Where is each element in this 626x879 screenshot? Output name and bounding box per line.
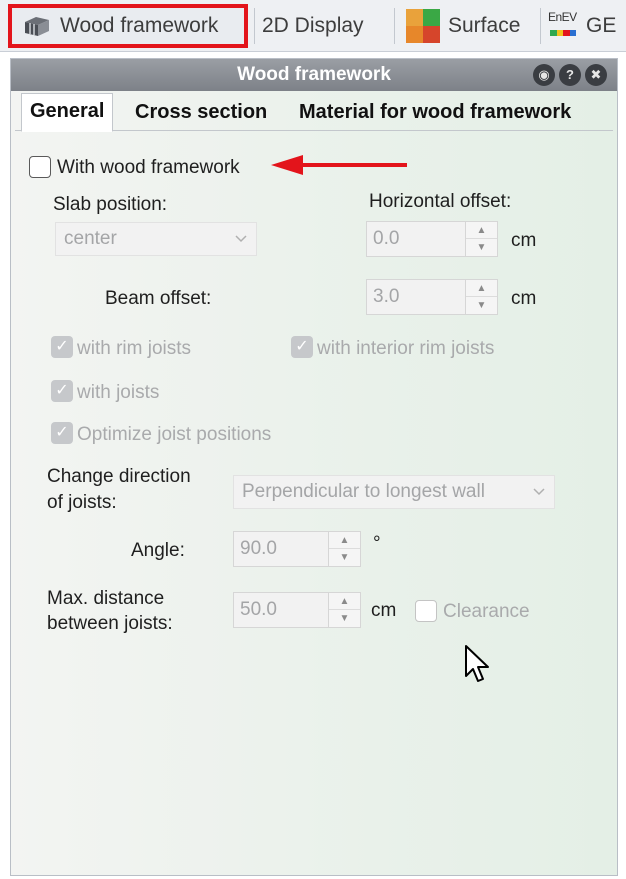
slab-position-select[interactable]: center [55, 222, 257, 256]
change-direction-label-line2: of joists: [47, 492, 117, 513]
chevron-down-icon [533, 488, 545, 496]
ribbon-tab-label: GE [586, 14, 617, 37]
ribbon-tab-surface[interactable]: Surface [406, 4, 520, 48]
close-icon[interactable]: ✖ [585, 64, 607, 86]
stepper-down-icon[interactable]: ▼ [466, 239, 497, 256]
with-rim-joists-checkbox[interactable]: ✓ [51, 336, 73, 358]
angle-stepper[interactable]: 90.0 ▲ ▼ [233, 531, 361, 567]
max-distance-stepper[interactable]: 50.0 ▲ ▼ [233, 592, 361, 628]
mouse-cursor-icon [465, 645, 489, 682]
angle-value: 90.0 [240, 538, 277, 559]
wood-framework-icon [25, 17, 49, 36]
slab-position-value: center [64, 228, 117, 249]
stepper-up-icon[interactable]: ▲ [466, 222, 497, 239]
clearance-label: Clearance [443, 601, 530, 622]
max-distance-label-line2: between joists: [47, 613, 173, 634]
beam-offset-label: Beam offset: [105, 288, 212, 309]
ribbon-tab-label: Wood framework [60, 14, 219, 37]
change-direction-select[interactable]: Perpendicular to longest wall [233, 475, 555, 509]
enev-icon: EnEV [548, 6, 582, 46]
stepper-up-icon[interactable]: ▲ [329, 593, 360, 610]
tab-cross-section[interactable]: Cross section [127, 95, 275, 131]
tab-general[interactable]: General [21, 93, 114, 132]
with-joists-checkbox[interactable]: ✓ [51, 380, 73, 402]
tab-material-for-wood-framework[interactable]: Material for wood framework [291, 95, 579, 131]
ribbon-tab-label: Surface [448, 14, 521, 37]
change-direction-label-line1: Change direction [47, 466, 191, 487]
clearance-checkbox[interactable] [415, 600, 437, 622]
surface-icon [406, 9, 440, 43]
horizontal-offset-unit: cm [511, 230, 537, 251]
horizontal-offset-value: 0.0 [373, 228, 400, 249]
red-arrow-annotation [271, 155, 407, 175]
ribbon-divider [540, 8, 541, 44]
stepper-up-icon[interactable]: ▲ [329, 532, 360, 549]
angle-label: Angle: [131, 540, 185, 561]
ribbon-tabs: Wood framework 2D Display Surface EnEV G… [0, 0, 626, 52]
horizontal-offset-stepper[interactable]: 0.0 ▲ ▼ [366, 221, 498, 257]
optimize-joist-positions-checkbox[interactable]: ✓ [51, 422, 73, 444]
ribbon-tab-2d-display[interactable]: 2D Display [262, 4, 364, 48]
change-direction-value: Perpendicular to longest wall [242, 481, 485, 502]
help-icon[interactable]: ? [559, 64, 581, 86]
optimize-joist-positions-label: Optimize joist positions [77, 424, 272, 445]
max-distance-unit: cm [371, 600, 397, 621]
stepper-down-icon[interactable]: ▼ [329, 610, 360, 627]
horizontal-offset-label: Horizontal offset: [369, 191, 512, 212]
enev-icon-text: EnEV [548, 10, 577, 24]
stepper-up-icon[interactable]: ▲ [466, 280, 497, 297]
stepper-down-icon[interactable]: ▼ [466, 297, 497, 314]
ribbon-divider [254, 8, 255, 44]
ribbon-tab-wood-framework[interactable]: Wood framework [8, 4, 248, 48]
slab-position-label: Slab position: [53, 194, 168, 215]
max-distance-value: 50.0 [240, 599, 277, 620]
ribbon-tab-label: 2D Display [262, 14, 364, 37]
panel-title: Wood framework [237, 64, 391, 85]
beam-offset-unit: cm [511, 288, 537, 309]
angle-unit: ° [373, 533, 381, 554]
max-distance-label-line1: Max. distance [47, 588, 165, 609]
chevron-down-icon [235, 235, 247, 243]
with-interior-rim-joists-label: with interior rim joists [317, 338, 495, 359]
with-wood-framework-checkbox[interactable] [29, 156, 51, 178]
ribbon-divider [394, 8, 395, 44]
ribbon-tab-enev[interactable]: EnEV GE [548, 4, 616, 48]
stepper-down-icon[interactable]: ▼ [329, 549, 360, 566]
panel-subtabs: General Cross section Material for wood … [15, 93, 613, 132]
beam-offset-stepper[interactable]: 3.0 ▲ ▼ [366, 279, 498, 315]
with-interior-rim-joists-checkbox[interactable]: ✓ [291, 336, 313, 358]
with-joists-label: with joists [77, 382, 160, 403]
wood-framework-panel: Wood framework ◉ ? ✖ General Cross secti… [10, 58, 618, 876]
beam-offset-value: 3.0 [373, 286, 400, 307]
with-wood-framework-label: With wood framework [57, 157, 240, 178]
with-rim-joists-label: with rim joists [77, 338, 192, 359]
panel-titlebar: Wood framework ◉ ? ✖ [11, 59, 617, 91]
pin-icon[interactable]: ◉ [533, 64, 555, 86]
